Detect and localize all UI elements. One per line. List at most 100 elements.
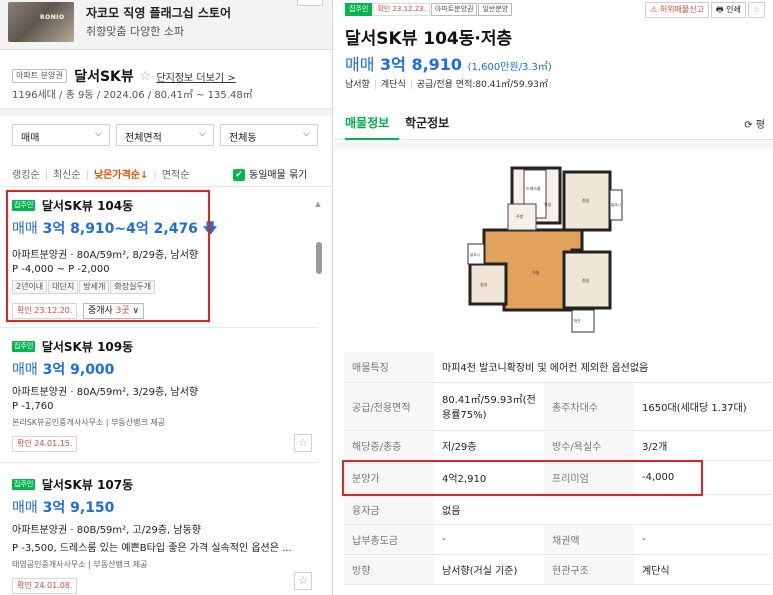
star-icon[interactable]: ☆ [294, 434, 312, 452]
owner-badge: 집주인 [345, 2, 373, 16]
table-row: 해당층/총층 저/29층 방수/욕실수 3/2개 [344, 430, 771, 461]
dedupe-toggle[interactable]: ✔ 동일매물 묶기 [233, 166, 307, 181]
owner-badge: 집주인 [12, 479, 36, 490]
scrollbar[interactable]: ▲ [313, 200, 323, 595]
complex-meta: 1196세대 / 총 9동 / 2024.06 / 80.41㎡ ~ 135.4… [12, 90, 253, 101]
area-value: 전체면적 [125, 133, 162, 144]
scroll-up-icon[interactable]: ▲ [313, 200, 323, 208]
agent-info: 본리SK뷰공인중개사사무소 | 부동산뱅크 제공 [12, 418, 166, 427]
filter-bar: 매매 ⌵ 전체면적 ⌵ 전체동 ⌵ [12, 124, 322, 146]
row-value: 남서향(거실 기준) [434, 554, 544, 585]
sort-ranking[interactable]: 랭킹순 [12, 170, 40, 181]
price-type: 매매 [345, 55, 375, 74]
divider [334, 141, 773, 149]
listing-footer: 확인 24.01.08. [12, 578, 312, 594]
table-row: 방향 남서향(거실 기준) 현관구조 계단식 [344, 554, 771, 585]
table-row: 융자금 없음 [344, 494, 771, 525]
complex-name: 달서SK뷰 [74, 69, 134, 85]
floorplan-label: 발코니 [611, 202, 621, 207]
listing-price: 매매 3억 9,150 [12, 497, 312, 517]
divider [0, 327, 318, 328]
listing-panel: RONIO 자코모 직영 플래그십 스토어 취향맞춤 다양한 소파 아파트 분양… [0, 0, 333, 595]
listing-item[interactable]: 집주인 달서SK뷰 109동 매매 3억 9,000 아파트분양권 · 80A/… [12, 338, 312, 452]
listing-premium: P -3,500, 드레스룸 있는 예쁜B타입 좋은 가격 실속적인 옵션은 .… [12, 543, 292, 554]
scrollbar-thumb[interactable] [316, 242, 322, 274]
detail-price: 매매 3억 8,910 (1,600만원/3.3㎡) [345, 51, 552, 75]
agent-info: 태영공인중개사사무소 | 부동산뱅크 제공 [12, 560, 148, 569]
ad-banner[interactable]: RONIO 자코모 직영 플래그십 스토어 취향맞춤 다양한 소파 [0, 0, 332, 50]
listing-title: 달서SK뷰 107동 [41, 478, 134, 492]
floorplan-label: 발코니 [470, 252, 480, 257]
floorplan-label: 침실 [480, 281, 488, 287]
row-label: 총주차대수 [544, 382, 634, 431]
floorplan-label: 욕실 [544, 201, 552, 207]
floorplan-label: 거실 [532, 269, 540, 275]
building-select[interactable]: 전체동 ⌵ [220, 124, 318, 146]
row-value: 없음 [434, 494, 771, 525]
price-type: 매매 [12, 362, 38, 378]
detail-meta: 남서향 | 계단식 | 공급/전용 면적:80.41㎡/59.93㎡ [345, 80, 548, 90]
listing-desc: 아파트분양권 · 80A/59m², 3/29층, 남서향 [12, 387, 199, 398]
sort-area[interactable]: 면적순 [162, 170, 190, 181]
report-button[interactable]: ⚠ 허위매물신고 [645, 2, 709, 18]
area-unit-toggle[interactable]: ⟳ 평 [744, 116, 765, 131]
detail-panel: 집주인 확인 23.12.23. 아파트분양권 일반분양 ⚠ 허위매물신고 🖶 인쇄 ☆ … [334, 0, 773, 595]
row-label: 방향 [344, 554, 434, 585]
meta-direction: 남서향 [345, 80, 370, 90]
area-select[interactable]: 전체면적 ⌵ [116, 124, 214, 146]
star-icon[interactable]: ☆ [139, 69, 151, 84]
price-per-area: (1,600만원/3.3㎡) [467, 62, 552, 73]
row-label: 납부총도금 [344, 524, 434, 555]
floorplan-image[interactable]: 침실 침실 침실 거실 주방 드레스룸 욕실 발코니 현관 발코니 [464, 160, 644, 340]
detail-chips: 집주인 확인 23.12.23. 아파트분양권 일반분양 [345, 2, 513, 16]
star-icon[interactable]: ☆ [747, 2, 765, 18]
highlight-box [342, 460, 703, 496]
listing-footer: 확인 24.01.15. [12, 436, 312, 452]
sort-low-price[interactable]: 낮은가격순↓ [94, 170, 148, 181]
building-value: 전체동 [229, 133, 257, 144]
row-label: 방수/욕실수 [544, 430, 634, 461]
checkbox-checked-icon[interactable]: ✔ [233, 169, 245, 181]
price-value: 3억 8,910 [380, 55, 463, 74]
tab-school-info[interactable]: 학군정보 [405, 114, 449, 131]
listing-premium: P -1,760 [12, 401, 54, 412]
table-row: 매물특징 마피4천 발코니확장비 및 에어컨 제외한 옵션없음 [344, 352, 771, 383]
row-value: - [634, 524, 771, 555]
ad-subtitle: 취향맞춤 다양한 소파 [86, 25, 185, 38]
row-value: - [434, 524, 544, 555]
row-label: 융자금 [344, 494, 434, 525]
active-tab-indicator [345, 138, 399, 140]
confirm-chip: 확인 23.12.23. [373, 2, 430, 16]
ad-thumbnail: RONIO [8, 2, 74, 42]
sort-latest[interactable]: 최신순 [53, 170, 81, 181]
highlight-box [6, 190, 210, 322]
ad-close-button[interactable] [297, 0, 323, 6]
chevron-down-icon: ⌵ [199, 129, 206, 139]
type-chip: 아파트분양권 [430, 2, 478, 16]
complex-info-link[interactable]: 단지정보 더보기 > [156, 73, 235, 84]
table-row: 공급/전용면적 80.41㎡/59.93㎡(전용률75%) 총주차대수 1650… [344, 382, 771, 431]
row-value: 3/2개 [634, 430, 771, 461]
price-value: 3억 9,000 [42, 362, 115, 378]
detail-actions: ⚠ 허위매물신고 🖶 인쇄 ☆ [643, 2, 765, 18]
row-label: 해당층/총층 [344, 430, 434, 461]
ad-brand-logo: RONIO [40, 14, 65, 21]
ad-title: 자코모 직영 플래그십 스토어 [86, 6, 232, 20]
star-icon[interactable]: ☆ [294, 572, 312, 590]
row-value: 1650대(세대당 1.37대) [634, 382, 771, 431]
confirm-date: 확인 24.01.08. [12, 578, 78, 594]
sale-chip: 일반분양 [478, 2, 513, 16]
floorplan-label: 현관 [574, 318, 581, 323]
listing-title: 달서SK뷰 109동 [41, 340, 134, 354]
price-type: 매매 [12, 500, 38, 516]
trade-type-select[interactable]: 매매 ⌵ [12, 124, 110, 146]
complex-header: 아파트 분양권 달서SK뷰 ☆ 단지정보 더보기 > [12, 66, 236, 86]
table-row: 납부총도금 - 채권액 - [344, 524, 771, 555]
print-button[interactable]: 🖶 인쇄 [711, 2, 746, 18]
listing-item[interactable]: 집주인 달서SK뷰 107동 매매 3억 9,150 아파트분양권 · 80B/… [12, 476, 312, 594]
complex-type-chip: 아파트 분양권 [12, 69, 67, 83]
chevron-down-icon: ⌵ [95, 129, 102, 139]
row-value: 계단식 [634, 554, 771, 585]
listing-desc: 아파트분양권 · 80B/59m², 고/29층, 남동향 [12, 525, 201, 536]
tab-listing-info[interactable]: 매물정보 [345, 114, 389, 131]
